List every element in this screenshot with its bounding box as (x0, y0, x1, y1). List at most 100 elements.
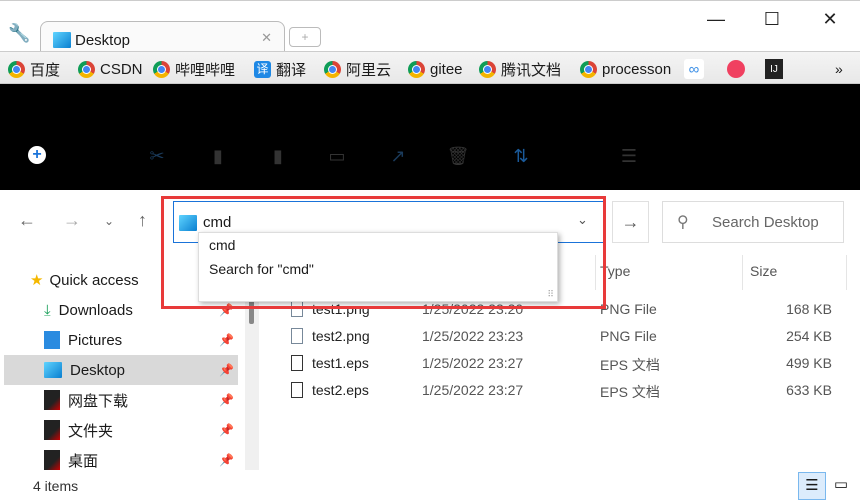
bookmark-aliyun[interactable]: 阿里云 (324, 59, 391, 79)
bookmark-label: 翻译 (276, 61, 307, 79)
download-icon: ⤓ (44, 301, 51, 319)
app-folder-icon (44, 450, 60, 470)
bookmark-csdn[interactable]: CSDN (78, 59, 143, 79)
sidebar-item-label: 网盘下载 (68, 392, 129, 410)
sidebar-item-label: Quick access (49, 271, 139, 289)
chrome-icon (153, 60, 170, 78)
pin-icon[interactable]: 📌 (219, 363, 234, 377)
minimize-button[interactable]: — (701, 9, 731, 30)
bookmark-label: 阿里云 (346, 61, 392, 79)
app-icon[interactable] (727, 60, 745, 78)
rename-icon[interactable]: ▭ (325, 146, 349, 167)
share-icon[interactable]: ↗ (386, 146, 410, 167)
details-view-button[interactable]: ☰ (798, 472, 826, 500)
back-button[interactable]: ← (18, 210, 36, 231)
chrome-icon (408, 60, 425, 78)
file-size: 499 KB (786, 355, 832, 371)
file-type: PNG File (600, 301, 657, 317)
pin-icon[interactable]: 📌 (219, 453, 234, 467)
sidebar-item-label: Downloads (58, 301, 133, 319)
eps-file-icon (291, 382, 303, 398)
chrome-icon (8, 60, 25, 78)
file-date: 1/25/2022 23:23 (422, 328, 524, 344)
column-divider (846, 255, 847, 290)
bookmark-label: 哔哩哔哩 (175, 61, 236, 79)
bookmarks-overflow[interactable]: » (835, 59, 843, 79)
jetbrains-icon[interactable]: IJ (765, 59, 783, 79)
tab-title: Desktop (75, 32, 131, 49)
column-header-size[interactable]: Size (750, 263, 777, 279)
bookmark-gitee[interactable]: gitee (408, 59, 463, 79)
tab-desktop[interactable]: Desktop ✕ (40, 21, 285, 55)
browser-titlebar: 🔧 Desktop ✕ + — ☐ ✕ (0, 0, 860, 55)
app-folder-icon (44, 420, 60, 440)
chrome-icon (580, 60, 597, 78)
sidebar-item-pictures[interactable]: Pictures 📌 (4, 325, 238, 355)
search-box[interactable]: ⚲ Search Desktop (662, 201, 844, 243)
sidebar-item-label: Pictures (68, 331, 123, 349)
bookmark-label: 腾讯文档 (501, 61, 562, 79)
bookmarks-bar: 百度 CSDN 哔哩哔哩 译翻译 阿里云 gitee 腾讯文档 processo… (0, 51, 860, 84)
bookmark-label: gitee (430, 60, 463, 78)
close-button[interactable]: ✕ (815, 9, 845, 30)
pictures-icon (44, 331, 60, 349)
paste-icon[interactable]: ▮ (266, 146, 290, 167)
sidebar-scrollbar[interactable] (245, 290, 259, 470)
sidebar-item-label: 桌面 (68, 452, 99, 470)
up-button[interactable]: ↑ (138, 210, 147, 231)
png-file-icon (291, 328, 303, 344)
item-count: 4 items (33, 478, 79, 494)
sidebar-item-folder[interactable]: 文件夹 📌 (4, 415, 238, 445)
pin-icon[interactable]: 📌 (219, 423, 234, 437)
bookmark-label: CSDN (100, 60, 143, 78)
cut-icon[interactable]: ✂ (145, 146, 169, 167)
maximize-button[interactable]: ☐ (757, 9, 787, 30)
recent-locations-button[interactable]: ⌄ (104, 214, 114, 228)
column-divider (742, 255, 743, 290)
view-icon[interactable]: ☰ (617, 146, 641, 167)
bookmark-baidu[interactable]: 百度 (8, 59, 60, 79)
bookmark-processon[interactable]: processon (580, 59, 671, 79)
delete-icon[interactable]: 🗑 (446, 146, 470, 167)
bookmark-bilibili[interactable]: 哔哩哔哩 (153, 59, 235, 79)
eps-file-icon (291, 355, 303, 371)
desktop-folder-icon (44, 362, 62, 378)
new-tab-button[interactable]: + (289, 27, 321, 47)
sort-icon[interactable]: ⇅ (509, 146, 533, 167)
bookmark-label: 百度 (30, 61, 61, 79)
baidu-netdisk-icon[interactable]: ∞ (684, 59, 704, 79)
bookmark-tencent-docs[interactable]: 腾讯文档 (479, 59, 561, 79)
file-date: 1/25/2022 23:27 (422, 355, 524, 371)
tiles-view-button[interactable]: ▭ (830, 472, 852, 500)
sidebar-item-desktop[interactable]: Desktop 📌 (4, 355, 238, 385)
sidebar-item-label: Desktop (70, 361, 126, 379)
tab-close-icon[interactable]: ✕ (261, 30, 272, 46)
forward-button[interactable]: → (63, 210, 81, 231)
sidebar-item-zhuomian[interactable]: 桌面 📌 (4, 445, 238, 475)
copy-icon[interactable]: ▮ (206, 146, 230, 167)
sidebar-item-label: 文件夹 (68, 422, 114, 440)
file-type: PNG File (600, 328, 657, 344)
pin-icon[interactable]: 📌 (219, 393, 234, 407)
file-size: 254 KB (786, 328, 832, 344)
pin-icon[interactable]: 📌 (219, 333, 234, 347)
search-input[interactable]: Search Desktop (712, 214, 819, 231)
chrome-icon (78, 60, 95, 78)
file-name: test2.eps (312, 382, 369, 398)
chrome-icon (479, 60, 496, 78)
file-row[interactable]: test1.eps 1/25/2022 23:27 EPS 文档 499 KB (285, 350, 845, 377)
file-size: 633 KB (786, 382, 832, 398)
file-row[interactable]: test2.eps 1/25/2022 23:27 EPS 文档 633 KB (285, 377, 845, 404)
file-date: 1/25/2022 23:27 (422, 382, 524, 398)
translate-icon: 译 (254, 60, 271, 78)
bookmark-label: processon (602, 60, 672, 78)
wrench-icon[interactable]: 🔧 (8, 23, 30, 44)
file-type: EPS 文档 (600, 357, 660, 373)
go-button[interactable]: → (612, 201, 649, 243)
sidebar-item-netdisk[interactable]: 网盘下载 📌 (4, 385, 238, 415)
bookmark-translate[interactable]: 译翻译 (254, 59, 306, 79)
file-row[interactable]: test2.png 1/25/2022 23:23 PNG File 254 KB (285, 323, 845, 350)
explorer-toolbar: + ✂ ▮ ▮ ▭ ↗ 🗑 ⇅ ☰ (0, 84, 860, 190)
file-name: test2.png (312, 328, 370, 344)
new-icon[interactable]: + (28, 146, 46, 164)
